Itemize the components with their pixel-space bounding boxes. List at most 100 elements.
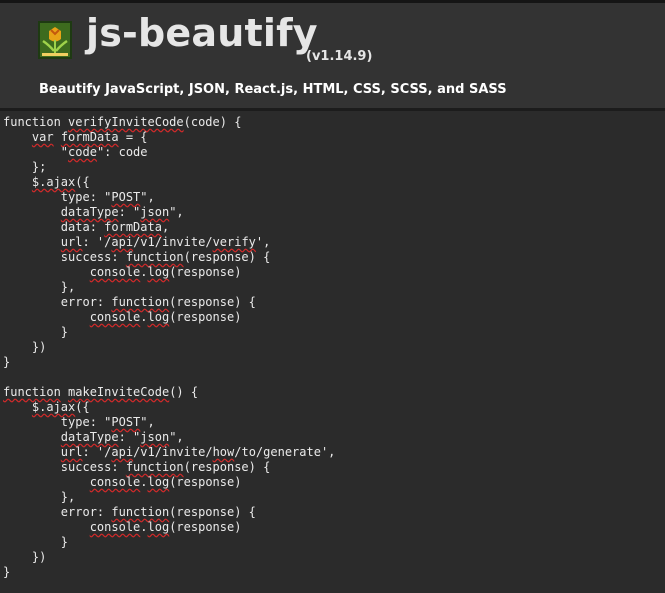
code-line: $.ajax({ — [3, 175, 665, 190]
code-token: ', — [255, 235, 271, 249]
code-token: , — [161, 220, 170, 234]
code-token: (response) — [169, 520, 242, 534]
code-token: : " — [118, 430, 141, 444]
code-token: } — [3, 325, 69, 339]
code-line: }, — [3, 280, 665, 295]
spellcheck-word: log — [147, 520, 170, 534]
spellcheck-word: log — [147, 310, 170, 324]
spellcheck-word: makeInviteCode — [68, 385, 170, 399]
code-line: }) — [3, 550, 665, 565]
code-token: : " — [118, 205, 141, 219]
code-token: /v1/invite/ — [133, 235, 213, 249]
code-token: ", — [140, 415, 155, 429]
spellcheck-word: function — [125, 460, 184, 474]
tulip-logo-icon — [38, 21, 72, 59]
code-line: }, — [3, 490, 665, 505]
spellcheck-word: json — [140, 205, 170, 219]
code-token: data: — [3, 220, 105, 234]
code-editor[interactable]: function verifyInviteCode(code) { var fo… — [0, 108, 665, 593]
code-line: dataType: "json", — [3, 430, 665, 445]
code-content[interactable]: function verifyInviteCode(code) { var fo… — [0, 111, 665, 580]
code-line: }) — [3, 340, 665, 355]
code-token: : '/ — [82, 235, 112, 249]
code-token: : '/ — [82, 445, 112, 459]
spellcheck-word: code — [68, 145, 97, 159]
code-line: url: '/api/v1/invite/verify', — [3, 235, 665, 250]
code-token: function — [3, 115, 69, 129]
code-line: dataType: "json", — [3, 205, 665, 220]
code-line: } — [3, 325, 665, 340]
spellcheck-word: json — [140, 430, 170, 444]
code-token: }, — [3, 490, 76, 504]
code-token: (response) — [169, 475, 242, 489]
spellcheck-word: $.ajax — [31, 175, 76, 189]
code-token: ": code — [96, 145, 148, 159]
spellcheck-word: log — [147, 265, 170, 279]
code-line: "code": code — [3, 145, 665, 160]
code-line: function verifyInviteCode(code) { — [3, 115, 665, 130]
code-token: (response) { — [183, 250, 271, 264]
code-token: (response) { — [183, 460, 271, 474]
code-token: ", — [169, 430, 184, 444]
code-line: console.log(response) — [3, 475, 665, 490]
code-token: type: " — [3, 190, 112, 204]
code-token: } — [3, 535, 69, 549]
code-token: () { — [169, 385, 199, 399]
code-line: type: "POST", — [3, 190, 665, 205]
spellcheck-word: dataType — [60, 205, 119, 219]
spellcheck-word: console — [89, 265, 141, 279]
app-title: js-beautify — [86, 11, 318, 55]
code-line: success: function(response) { — [3, 250, 665, 265]
spellcheck-word: function — [125, 250, 184, 264]
spellcheck-word: console — [89, 520, 141, 534]
spellcheck-word: POST — [111, 190, 141, 204]
spellcheck-word: api — [111, 445, 134, 459]
code-line: error: function(response) { — [3, 505, 665, 520]
code-line: function makeInviteCode() { — [3, 385, 665, 400]
code-line: }; — [3, 160, 665, 175]
code-token: (response) { — [169, 295, 256, 309]
spellcheck-word: api — [111, 235, 134, 249]
code-token: . — [140, 475, 148, 489]
code-line: success: function(response) { — [3, 460, 665, 475]
version-label: (v1.14.9) — [306, 49, 373, 64]
code-line: console.log(response) — [3, 520, 665, 535]
spellcheck-word: POST — [111, 415, 141, 429]
spellcheck-word: console — [89, 475, 141, 489]
code-token: (response) — [169, 310, 242, 324]
code-token: /to/generate', — [234, 445, 336, 459]
code-line: } — [3, 535, 665, 550]
code-token: }; — [3, 160, 47, 174]
code-token: ({ — [75, 175, 90, 189]
page-header: js-beautify (v1.14.9) Beautify JavaScrip… — [0, 0, 665, 108]
spellcheck-word: verify — [212, 235, 256, 249]
spellcheck-word: formData — [104, 220, 162, 234]
code-token: = { — [118, 130, 148, 144]
code-line: data: formData, — [3, 220, 665, 235]
code-line: var formData = { — [3, 130, 665, 145]
spellcheck-word: dataType — [60, 430, 119, 444]
code-line: url: '/api/v1/invite/how/to/generate', — [3, 445, 665, 460]
spellcheck-word: var — [31, 130, 54, 144]
code-line: } — [3, 355, 665, 370]
spellcheck-word: $.ajax — [31, 400, 76, 414]
code-token: success: — [3, 250, 126, 264]
spellcheck-word: how — [212, 445, 235, 459]
code-line: } — [3, 565, 665, 580]
code-token: } — [3, 355, 11, 369]
code-line: console.log(response) — [3, 310, 665, 325]
code-token: ({ — [75, 400, 90, 414]
code-token: }) — [3, 550, 47, 564]
code-token: success: — [3, 460, 126, 474]
spellcheck-word: function — [111, 295, 170, 309]
